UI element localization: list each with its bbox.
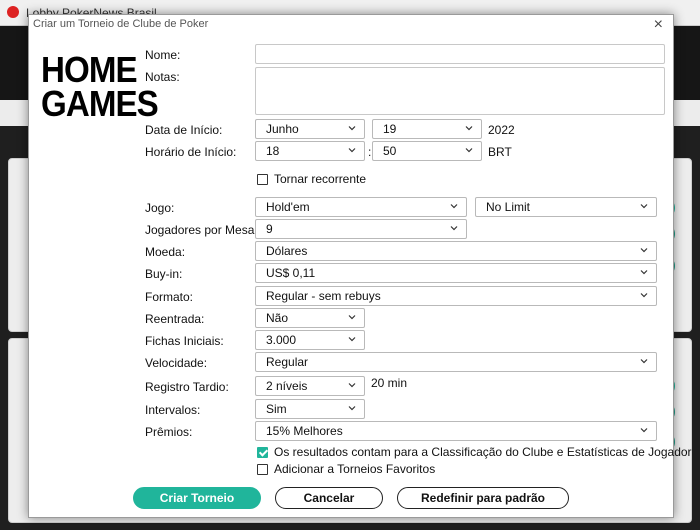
reentrada-select[interactable]: Não <box>255 308 365 328</box>
dia-select[interactable]: 19 <box>372 119 482 139</box>
chevron-down-icon <box>465 148 473 153</box>
velocidade-select[interactable]: Regular <box>255 352 657 372</box>
hora-value: 18 <box>266 144 280 158</box>
chevron-down-icon <box>640 359 648 364</box>
favoritos-checkbox[interactable] <box>257 464 268 475</box>
intervalos-label: Intervalos: <box>145 403 201 417</box>
chevron-down-icon <box>348 126 356 131</box>
jogo-label: Jogo: <box>145 201 175 215</box>
jogadores-select[interactable]: 9 <box>255 219 467 239</box>
horario-label: Horário de Início: <box>145 145 237 159</box>
data-inicio-label: Data de Início: <box>145 123 223 137</box>
reentrada-label: Reentrada: <box>145 312 205 326</box>
recorrente-label: Tornar recorrente <box>274 172 367 186</box>
formato-value: Regular - sem rebuys <box>266 289 381 303</box>
hora-select[interactable]: 18 <box>255 141 365 161</box>
fichas-value: 3.000 <box>266 333 297 347</box>
jogo-value: Hold'em <box>266 200 310 214</box>
pokerstars-logo-icon <box>7 6 19 18</box>
resultados-checkbox[interactable] <box>257 447 268 458</box>
home-games-logo: HOME GAMES <box>41 49 159 124</box>
premios-select[interactable]: 15% Melhores <box>255 421 657 441</box>
premios-value: 15% Melhores <box>266 424 343 438</box>
buyin-select[interactable]: US$ 0,11 <box>255 263 657 283</box>
close-icon[interactable]: × <box>654 15 663 35</box>
nome-label: Nome: <box>145 48 181 62</box>
notas-textarea[interactable] <box>255 67 665 115</box>
chevron-down-icon <box>348 148 356 153</box>
velocidade-label: Velocidade: <box>145 356 208 370</box>
fichas-select[interactable]: 3.000 <box>255 330 365 350</box>
dialog-title: Criar um Torneio de Clube de Poker <box>33 18 209 30</box>
chevron-down-icon <box>348 383 356 388</box>
redefinir-button[interactable]: Redefinir para padrão <box>397 487 569 509</box>
chevron-down-icon <box>640 270 648 275</box>
mes-select[interactable]: Junho <box>255 119 365 139</box>
velocidade-value: Regular <box>266 355 309 369</box>
chevron-down-icon <box>348 406 356 411</box>
cancelar-button[interactable]: Cancelar <box>275 487 383 509</box>
notas-label: Notas: <box>145 70 180 84</box>
criar-torneio-button[interactable]: Criar Torneio <box>133 487 261 509</box>
moeda-value: Dólares <box>266 244 308 258</box>
buyin-value: US$ 0,11 <box>266 266 316 280</box>
chevron-down-icon <box>640 204 648 209</box>
formato-select[interactable]: Regular - sem rebuys <box>255 286 657 306</box>
jogadores-value: 9 <box>266 222 273 236</box>
favoritos-label: Adicionar a Torneios Favoritos <box>274 462 436 476</box>
mes-value: Junho <box>266 122 299 136</box>
formato-label: Formato: <box>145 290 194 304</box>
ano-text: 2022 <box>488 123 515 137</box>
limite-value: No Limit <box>486 200 531 214</box>
moeda-label: Moeda: <box>145 245 186 259</box>
intervalos-select[interactable]: Sim <box>255 399 365 419</box>
moeda-select[interactable]: Dólares <box>255 241 657 261</box>
jogadores-label: Jogadores por Mesa: <box>145 223 258 237</box>
logo-line-games: GAMES <box>41 83 159 124</box>
nome-input[interactable] <box>255 44 665 64</box>
minuto-value: 50 <box>383 144 397 158</box>
timezone-text: BRT <box>488 145 512 159</box>
chevron-down-icon <box>640 248 648 253</box>
limite-select[interactable]: No Limit <box>475 197 657 217</box>
registro-value: 2 níveis <box>266 379 308 393</box>
chevron-down-icon <box>640 428 648 433</box>
intervalos-value: Sim <box>266 402 287 416</box>
hora-separator: : <box>368 145 372 159</box>
chevron-down-icon <box>640 293 648 298</box>
jogo-select[interactable]: Hold'em <box>255 197 467 217</box>
minuto-select[interactable]: 50 <box>372 141 482 161</box>
registro-label: Registro Tardio: <box>145 380 229 394</box>
dia-value: 19 <box>383 122 397 136</box>
chevron-down-icon <box>465 126 473 131</box>
registro-extra-text: 20 min <box>371 376 408 390</box>
chevron-down-icon <box>348 337 356 342</box>
logo-line-home: HOME <box>41 49 138 90</box>
registro-select[interactable]: 2 níveis <box>255 376 365 396</box>
chevron-down-icon <box>348 315 356 320</box>
chevron-down-icon <box>450 226 458 231</box>
fichas-label: Fichas Iniciais: <box>145 334 224 348</box>
create-tournament-dialog: Criar um Torneio de Clube de Poker × HOM… <box>28 14 692 518</box>
reentrada-value: Não <box>266 311 289 325</box>
premios-label: Prêmios: <box>145 425 193 439</box>
resultados-label: Os resultados contam para a Classificaçã… <box>274 445 692 459</box>
recorrente-checkbox[interactable] <box>257 174 268 185</box>
buyin-label: Buy-in: <box>145 267 183 281</box>
chevron-down-icon <box>450 204 458 209</box>
